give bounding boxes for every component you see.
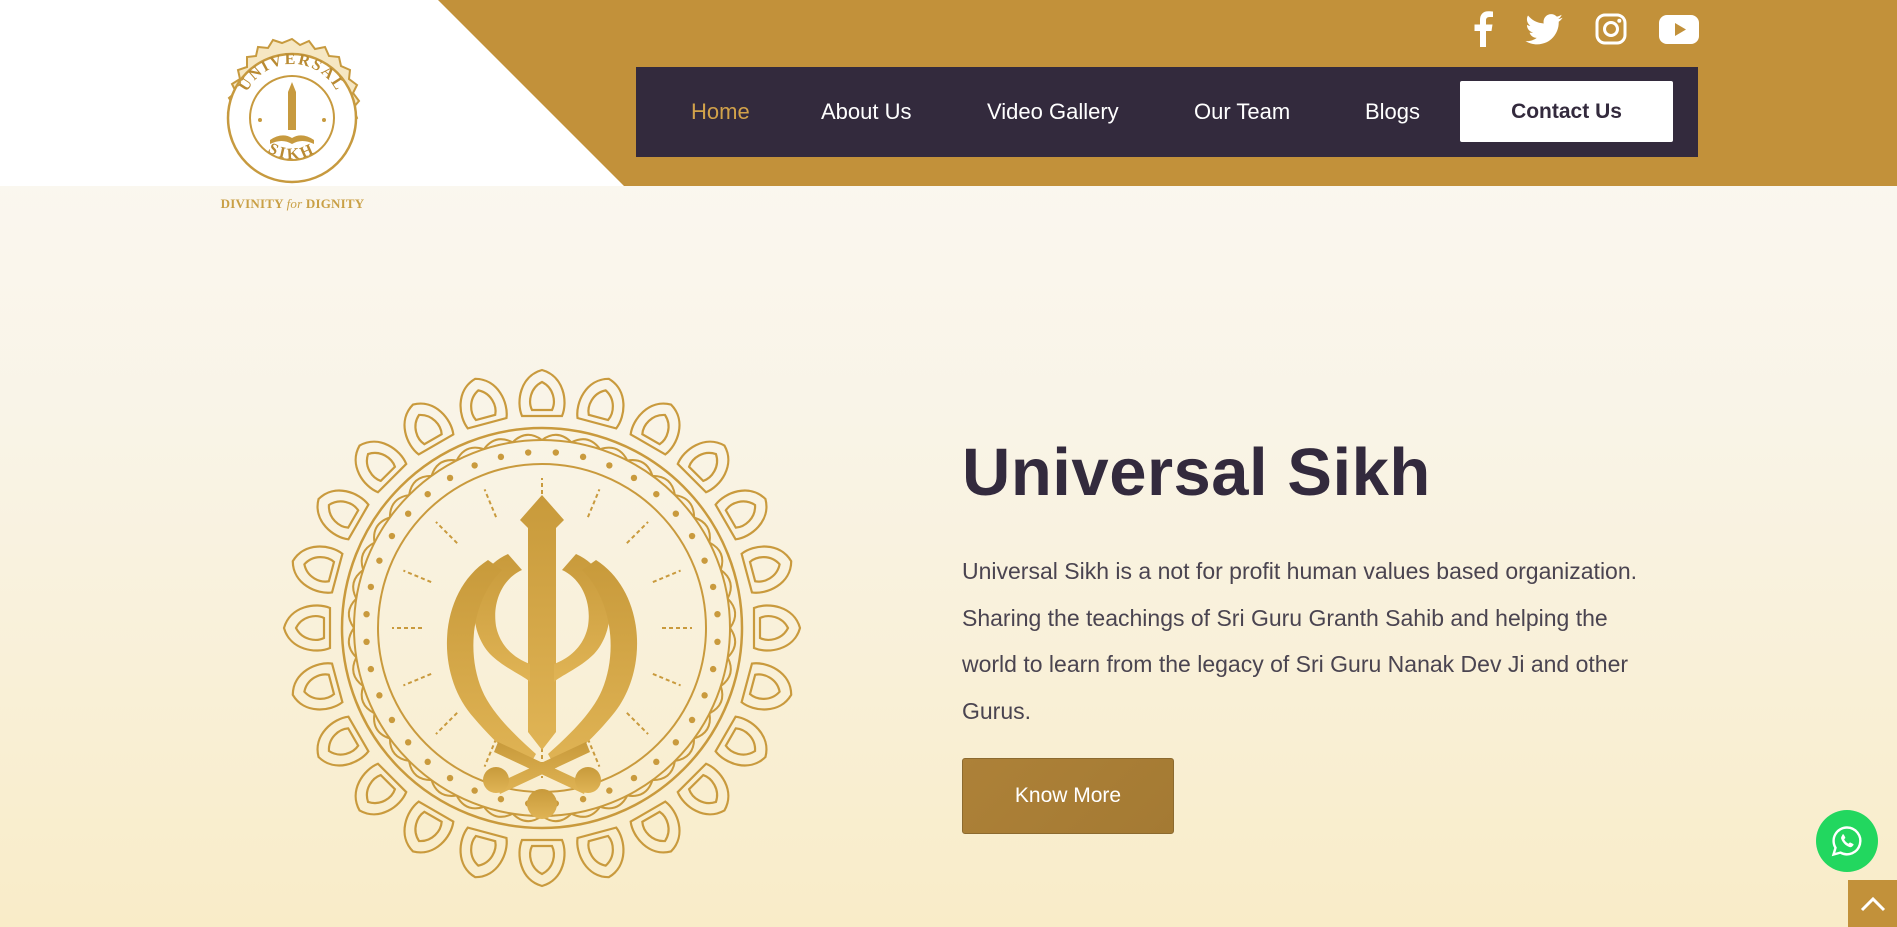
nav-home[interactable]: Home (691, 67, 750, 157)
scroll-to-top-button[interactable] (1848, 880, 1897, 927)
logo-seal-icon: UNIVERSAL SIKH (226, 37, 361, 184)
tagline-left: DIVINITY (220, 196, 287, 211)
main-nav: Home About Us Video Gallery Our Team Blo… (636, 67, 1698, 157)
hero-description: Universal Sikh is a not for profit human… (962, 558, 1638, 724)
nav-blogs[interactable]: Blogs (1365, 67, 1420, 157)
know-more-button[interactable]: Know More (962, 758, 1174, 834)
nav-our-team[interactable]: Our Team (1194, 67, 1290, 157)
chevron-up-icon (1860, 896, 1885, 911)
twitter-icon[interactable] (1524, 10, 1564, 48)
khanda-emblem (278, 364, 806, 892)
facebook-icon[interactable] (1469, 10, 1497, 48)
logo-tagline: DIVINITY for DIGNITY (210, 196, 375, 212)
contact-us-button[interactable]: Contact Us (1460, 81, 1673, 142)
tagline-mid: for (286, 196, 303, 211)
nav-video-gallery[interactable]: Video Gallery (987, 67, 1119, 157)
hero-title: Universal Sikh (962, 435, 1431, 510)
site-logo[interactable]: UNIVERSAL SIKH DIVINITY for DIGNITY (210, 32, 375, 216)
tagline-right: DIGNITY (302, 196, 365, 211)
youtube-icon[interactable] (1658, 10, 1699, 48)
instagram-icon[interactable] (1593, 10, 1629, 48)
khanda-mandala-icon (282, 368, 802, 888)
whatsapp-icon (1831, 826, 1862, 857)
whatsapp-chat-button[interactable] (1816, 810, 1878, 872)
nav-about-us[interactable]: About Us (821, 67, 912, 157)
